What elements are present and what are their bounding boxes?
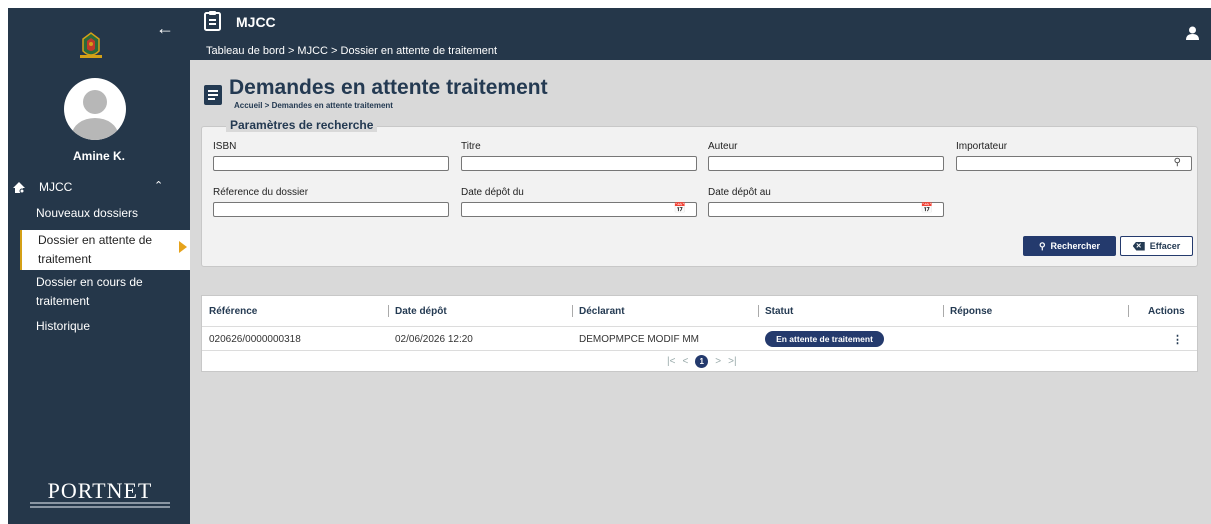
- portnet-logo: PORTNET: [47, 478, 153, 503]
- search-button-label: Rechercher: [1050, 241, 1101, 251]
- sidebar-group-label: MJCC: [39, 180, 73, 194]
- titre-label: Titre: [461, 141, 481, 152]
- royal-emblem-icon: [80, 32, 102, 58]
- next-page-icon[interactable]: >: [715, 356, 721, 367]
- cell-declarant: DEMOPMPCE MODIF MM: [579, 334, 699, 345]
- clear-button-label: Effacer: [1149, 241, 1181, 251]
- page-breadcrumb: Accueil > Demandes en attente traitement: [234, 101, 393, 110]
- search-panel-legend: Paramètres de recherche: [226, 118, 378, 132]
- app-root: ← Amine K. MJCC ⌃ Nouveaux dossiers Doss…: [8, 8, 1211, 524]
- search-icon: ⚲: [1038, 240, 1046, 251]
- app-title: MJCC: [236, 14, 276, 30]
- date-au-label: Date dépôt au: [708, 187, 771, 198]
- portnet-logo-tagline: [30, 502, 170, 508]
- column-header-actions: Actions: [1148, 306, 1185, 317]
- user-avatar: [64, 78, 126, 140]
- auteur-label: Auteur: [708, 141, 738, 152]
- reference-label: Réference du dossier: [213, 187, 309, 198]
- importateur-input[interactable]: ⚲: [956, 156, 1192, 171]
- cell-date: 02/06/2026 12:20: [395, 334, 473, 345]
- calendar-icon[interactable]: 📅: [921, 203, 933, 214]
- person-icon[interactable]: [1186, 26, 1199, 40]
- pagination: |< < 1 > >|: [667, 355, 737, 368]
- sidebar-item-historique[interactable]: Historique: [20, 317, 190, 336]
- results-table: Référence Date dépôt Déclarant Statut Ré…: [201, 295, 1198, 372]
- column-header-date[interactable]: Date dépôt: [395, 306, 447, 317]
- current-page[interactable]: 1: [695, 355, 709, 368]
- first-page-icon[interactable]: |<: [667, 356, 675, 367]
- last-page-icon[interactable]: >|: [728, 356, 736, 367]
- importateur-label: Importateur: [956, 141, 1008, 152]
- isbn-input[interactable]: [213, 156, 449, 171]
- prev-page-icon[interactable]: <: [682, 356, 688, 367]
- top-bar: MJCC Tableau de bord > MJCC > Dossier en…: [190, 8, 1211, 60]
- document-icon: [204, 85, 222, 105]
- clipboard-icon: [204, 11, 221, 31]
- user-name: Amine K.: [72, 149, 125, 163]
- page-title: Demandes en attente traitement: [229, 76, 548, 99]
- home-gear-icon: [13, 182, 25, 194]
- reference-input[interactable]: [213, 202, 449, 217]
- date-au-input[interactable]: 📅: [708, 202, 944, 217]
- breadcrumb: Tableau de bord > MJCC > Dossier en atte…: [206, 45, 498, 57]
- search-icon[interactable]: ⚲: [1174, 157, 1181, 168]
- sidebar-item-dossier-attente[interactable]: Dossier en attente de traitement: [20, 230, 190, 270]
- search-button[interactable]: ⚲ Rechercher: [1023, 236, 1116, 256]
- clear-button[interactable]: ✕ Effacer: [1120, 236, 1193, 256]
- sidebar-item-nouveaux-dossiers[interactable]: Nouveaux dossiers: [20, 204, 190, 223]
- isbn-label: ISBN: [213, 141, 237, 152]
- sidebar: ← Amine K. MJCC ⌃ Nouveaux dossiers Doss…: [8, 8, 190, 524]
- status-badge: En attente de traitement: [765, 331, 884, 347]
- collapse-sidebar-arrow-icon[interactable]: ←: [156, 19, 174, 37]
- date-du-label: Date dépôt du: [461, 187, 524, 198]
- cell-reference: 020626/0000000318: [209, 334, 301, 345]
- column-header-reponse[interactable]: Réponse: [950, 306, 992, 317]
- column-header-declarant[interactable]: Déclarant: [579, 306, 625, 317]
- chevron-up-icon[interactable]: ⌃: [154, 179, 163, 192]
- auteur-input[interactable]: [708, 156, 944, 171]
- column-header-reference[interactable]: Référence: [209, 306, 257, 317]
- more-actions-icon[interactable]: ⋮: [1172, 333, 1183, 346]
- titre-input[interactable]: [461, 156, 697, 171]
- date-du-input[interactable]: 📅: [461, 202, 697, 217]
- active-marker-icon: [179, 241, 187, 253]
- backspace-icon: ✕: [1132, 241, 1145, 251]
- calendar-icon[interactable]: 📅: [674, 203, 686, 214]
- column-header-statut[interactable]: Statut: [765, 306, 793, 317]
- sidebar-group-mjcc[interactable]: MJCC ⌃: [8, 178, 190, 198]
- sidebar-item-label: Dossier en attente de traitement: [38, 233, 153, 266]
- sidebar-item-dossier-cours[interactable]: Dossier en cours de traitement: [20, 273, 170, 311]
